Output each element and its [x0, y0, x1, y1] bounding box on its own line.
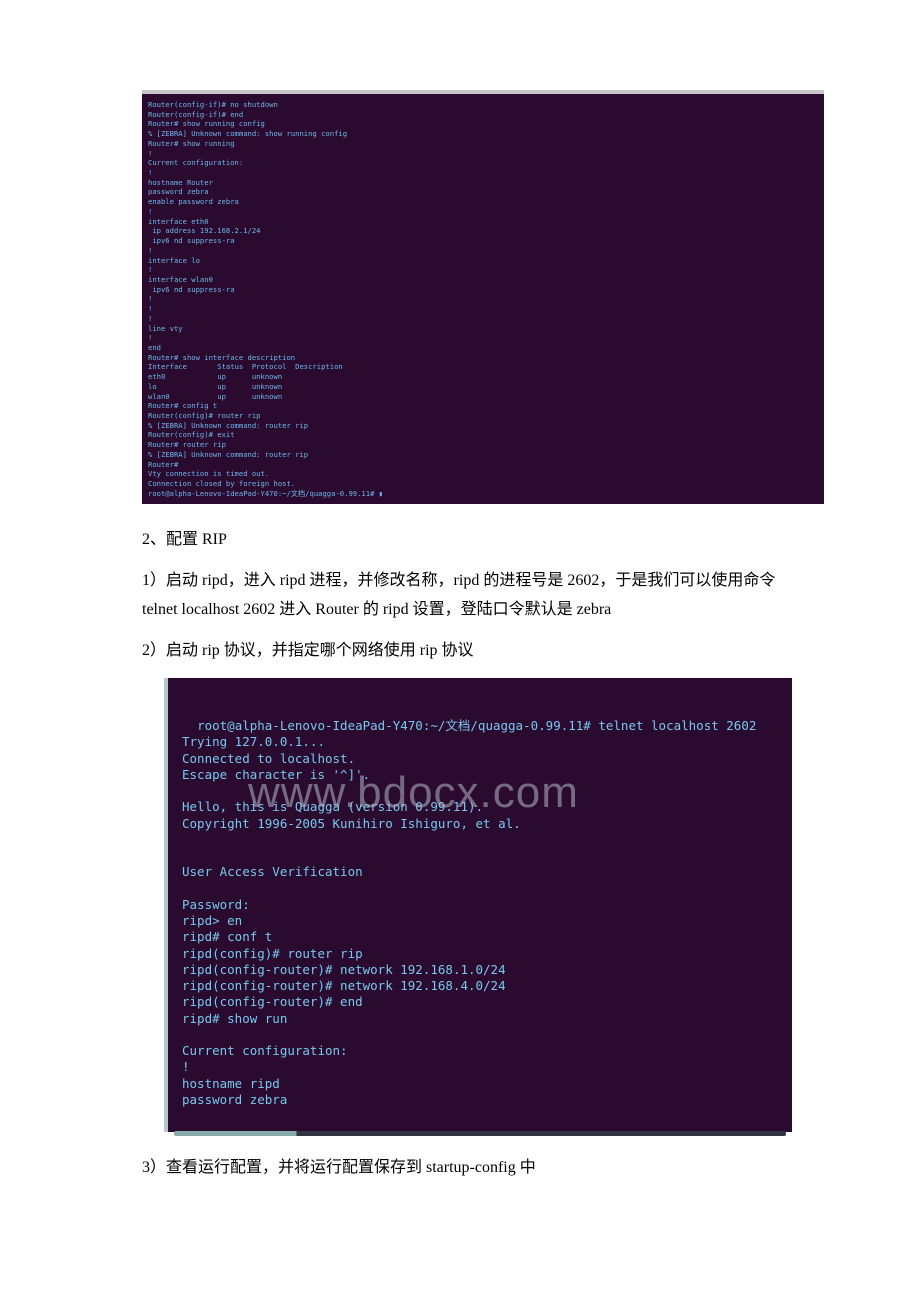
paragraph-step-2-3: 3）查看运行配置，并将运行配置保存到 startup-config 中 — [142, 1154, 800, 1183]
heading-step-2: 2、配置 RIP — [142, 526, 800, 555]
paragraph-step-2-1: 1）启动 ripd，进入 ripd 进程，并修改名称，ripd 的进程号是 26… — [142, 567, 800, 625]
terminal-screenshot-1: Router(config-if)# no shutdown Router(co… — [142, 90, 824, 504]
terminal-screenshot-2: www.bdocx.com root@alpha-Lenovo-IdeaPad-… — [164, 678, 792, 1133]
scrollbar-bottom — [174, 1131, 786, 1136]
paragraph-step-2-2: 2）启动 rip 协议，并指定哪个网络使用 rip 协议 — [142, 637, 800, 666]
terminal-2-content: root@alpha-Lenovo-IdeaPad-Y470:~/文档/quag… — [182, 718, 756, 1107]
